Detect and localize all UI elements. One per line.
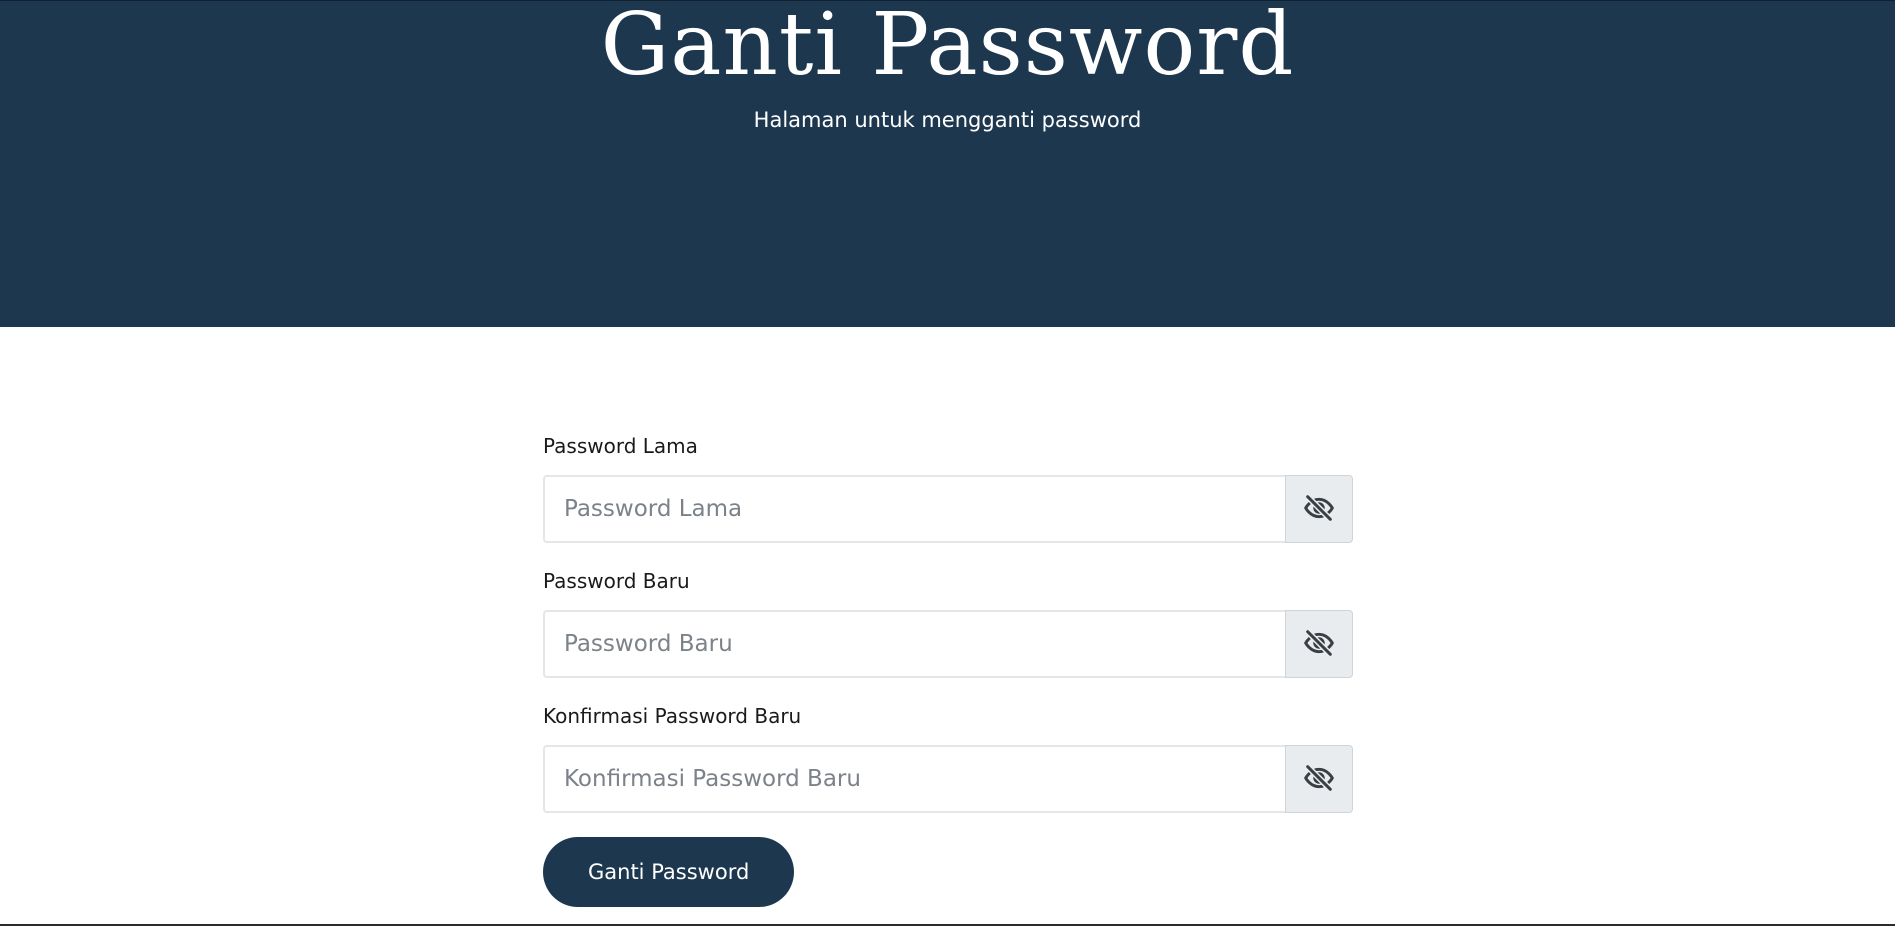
confirm-password-visibility-toggle[interactable] (1285, 745, 1353, 813)
page-subtitle: Halaman untuk mengganti password (753, 108, 1142, 132)
new-password-input[interactable] (543, 610, 1285, 678)
page-header: Ganti Password Halaman untuk mengganti p… (0, 0, 1895, 327)
old-password-group (543, 475, 1353, 543)
submit-button[interactable]: Ganti Password (543, 837, 795, 907)
eye-slash-icon (1303, 627, 1335, 662)
new-password-visibility-toggle[interactable] (1285, 610, 1353, 678)
old-password-input[interactable] (543, 475, 1285, 543)
confirm-password-input[interactable] (543, 745, 1285, 813)
confirm-password-label: Konfirmasi Password Baru (543, 704, 802, 728)
new-password-label: Password Baru (543, 569, 690, 593)
old-password-visibility-toggle[interactable] (1285, 475, 1353, 543)
eye-slash-icon (1303, 762, 1335, 797)
eye-slash-icon (1303, 492, 1335, 527)
confirm-password-group (543, 745, 1353, 813)
new-password-group (543, 610, 1353, 678)
page-title: Ganti Password (600, 0, 1295, 95)
old-password-label: Password Lama (543, 434, 698, 458)
change-password-form: Password Lama Password Baru Konfirmasi P… (543, 432, 1353, 907)
